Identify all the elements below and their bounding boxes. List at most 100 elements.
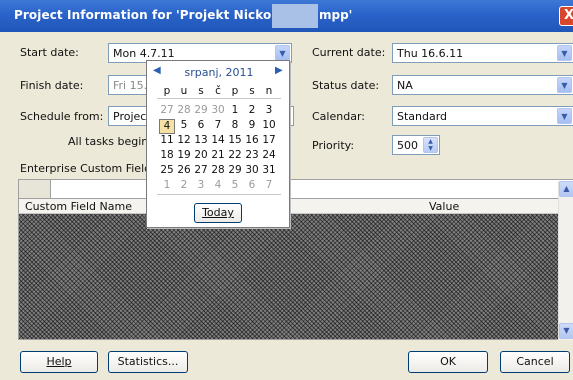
custom-field-edit-row[interactable] (18, 179, 573, 199)
title-redaction (272, 4, 318, 28)
calendar-day[interactable]: 9 (244, 119, 260, 132)
calendar-day[interactable]: 29 (193, 104, 209, 117)
calendar-day[interactable]: 3 (261, 104, 277, 117)
calendar-day[interactable]: 11 (159, 134, 175, 147)
calendar-day[interactable]: 17 (261, 134, 277, 147)
calendar-day[interactable]: 1 (159, 179, 175, 192)
date-picker-popup[interactable]: ◀ srpanj, 2011 ▶ Today p u s č p s n 27 28 29 30 1 2… (146, 60, 290, 228)
schedule-from-label: Schedule from: (20, 110, 104, 123)
start-date-label: Start date: (20, 46, 79, 59)
calendar-day[interactable]: 2 (176, 179, 192, 192)
ok-button[interactable]: OK (408, 351, 488, 373)
calendar-value: Standard (397, 110, 448, 123)
custom-fields-label: Enterprise Custom Fields (20, 162, 157, 175)
calendar-day[interactable]: 27 (193, 164, 209, 177)
grid-scrollbar[interactable]: ▲ ▼ (558, 181, 573, 340)
calendar-day[interactable]: 28 (210, 164, 226, 177)
calendar-day[interactable]: 28 (176, 104, 192, 117)
weekday-label: č (215, 85, 221, 97)
calendar-day[interactable]: 1 (227, 104, 243, 117)
window-title: Project Information for 'Projekt Nickol (14, 8, 276, 22)
calendar-day[interactable]: 23 (244, 149, 260, 162)
chevron-down-icon[interactable]: ▼ (557, 45, 572, 61)
scroll-up-icon[interactable]: ▲ (559, 181, 573, 197)
calendar-divider (157, 194, 281, 195)
weekday-label: p (163, 85, 171, 97)
status-date-label: Status date: (312, 79, 380, 92)
cancel-button-label: Cancel (516, 355, 554, 368)
window-title-tail: mpp' (319, 8, 353, 22)
close-icon: X (563, 8, 573, 23)
calendar-day[interactable]: 5 (176, 119, 192, 132)
column-custom-field-name[interactable]: Custom Field Name (25, 200, 132, 213)
schedule-from-select[interactable]: Projec (108, 106, 148, 126)
weekday-label: n (265, 85, 273, 97)
calendar-label: Calendar: (312, 110, 365, 123)
schedule-hint: All tasks begin a (68, 135, 159, 148)
chevron-down-icon[interactable]: ▼ (557, 77, 572, 93)
weekday-label: s (249, 85, 255, 97)
row-selector[interactable] (19, 180, 51, 198)
status-date-value: NA (397, 79, 413, 92)
calendar-select[interactable]: Standard ▼ (392, 106, 573, 126)
today-button-label: Today (202, 206, 234, 219)
priority-stepper[interactable]: 500 ▲ ▼ (392, 135, 440, 155)
finish-date-field[interactable]: Fri 15. (108, 75, 148, 95)
calendar-day[interactable]: 10 (261, 119, 277, 132)
calendar-day[interactable]: 22 (227, 149, 243, 162)
help-button-label: Help (46, 355, 72, 368)
column-value[interactable]: Value (429, 200, 459, 213)
calendar-day[interactable]: 16 (244, 134, 260, 147)
ok-button-label: OK (440, 355, 456, 368)
calendar-day[interactable]: 6 (193, 119, 209, 132)
scroll-down-icon[interactable]: ▼ (559, 323, 573, 339)
calendar-day[interactable]: 3 (193, 179, 209, 192)
cancel-button[interactable]: Cancel (500, 351, 570, 373)
calendar-day[interactable]: 5 (227, 179, 243, 192)
help-button[interactable]: Help (20, 351, 98, 373)
calendar-day[interactable]: 14 (210, 134, 226, 147)
finish-date-value: Fri 15. (113, 79, 148, 92)
calendar-day[interactable]: 30 (244, 164, 260, 177)
calendar-day[interactable]: 31 (261, 164, 277, 177)
calendar-day[interactable]: 24 (261, 149, 277, 162)
weekday-label: u (180, 85, 188, 97)
custom-fields-grid[interactable] (18, 214, 558, 340)
calendar-day[interactable]: 18 (159, 149, 175, 162)
chevron-down-icon[interactable]: ▼ (557, 108, 572, 124)
calendar-day[interactable]: 19 (176, 149, 192, 162)
month-label: srpanj, 2011 (184, 66, 254, 79)
today-button[interactable]: Today (194, 203, 242, 223)
current-date-field[interactable]: Thu 16.6.11 ▼ (392, 43, 573, 63)
priority-value: 500 (397, 139, 418, 152)
priority-label: Priority: (312, 139, 355, 152)
calendar-day[interactable]: 27 (159, 104, 175, 117)
start-date-value: Mon 4.7.11 (113, 47, 175, 60)
spin-updown-icon[interactable]: ▲ ▼ (423, 137, 438, 153)
calendar-day[interactable]: 8 (227, 119, 243, 132)
calendar-day[interactable]: 25 (159, 164, 175, 177)
next-month-icon[interactable]: ▶ (275, 65, 283, 76)
calendar-day[interactable]: 4 (210, 179, 226, 192)
chevron-down-icon[interactable]: ▼ (275, 45, 290, 61)
finish-date-label: Finish date: (20, 79, 84, 92)
calendar-day[interactable]: 20 (193, 149, 209, 162)
title-bar[interactable]: Project Information for 'Projekt Nickol … (0, 0, 573, 32)
calendar-day[interactable]: 30 (210, 104, 226, 117)
calendar-day[interactable]: 29 (227, 164, 243, 177)
statistics-button[interactable]: Statistics... (108, 351, 188, 373)
calendar-day[interactable]: 12 (176, 134, 192, 147)
calendar-day[interactable]: 21 (210, 149, 226, 162)
calendar-day[interactable]: 7 (210, 119, 226, 132)
statistics-button-label: Statistics... (117, 355, 179, 368)
calendar-day[interactable]: 7 (261, 179, 277, 192)
calendar-day[interactable]: 26 (176, 164, 192, 177)
calendar-day[interactable]: 6 (244, 179, 260, 192)
calendar-day[interactable]: 2 (244, 104, 260, 117)
calendar-day[interactable]: 15 (227, 134, 243, 147)
close-button[interactable]: X (559, 6, 573, 26)
status-date-field[interactable]: NA ▼ (392, 75, 573, 95)
calendar-day[interactable]: 13 (193, 134, 209, 147)
schedule-from-value: Projec (113, 110, 147, 123)
calendar-day-selected[interactable]: 4 (159, 119, 175, 134)
